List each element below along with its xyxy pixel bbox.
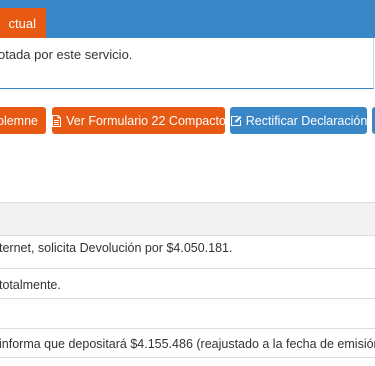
header-bar [0,0,375,38]
document-icon [52,114,62,127]
row-divider [0,357,375,358]
row-divider [0,298,375,299]
rectificar-button[interactable]: Rectificar Declaración [230,107,367,134]
solemne-button-label: Solemne [0,113,38,128]
rectificar-label: Rectificar Declaración [245,113,367,128]
row-divider [0,328,375,329]
panel-description: otada por este servicio. [0,47,133,62]
edit-icon [230,115,242,127]
info-panel [0,38,374,89]
table-header [0,202,375,236]
table-row-text: ternet, solicita Devolución por $4.050.1… [0,241,233,255]
solemne-button[interactable]: Solemne [0,107,46,134]
table-row-text: informa que depositará $4.155.486 (reaju… [0,337,375,351]
tab-actual-label: ctual [8,15,36,31]
tab-actual[interactable]: ctual [0,8,46,38]
ver-formulario-label: Ver Formulario 22 Compacto [66,113,225,128]
ver-formulario-button[interactable]: Ver Formulario 22 Compacto [52,107,225,134]
row-divider [0,268,375,269]
table-row-text: totalmente. [0,278,61,292]
